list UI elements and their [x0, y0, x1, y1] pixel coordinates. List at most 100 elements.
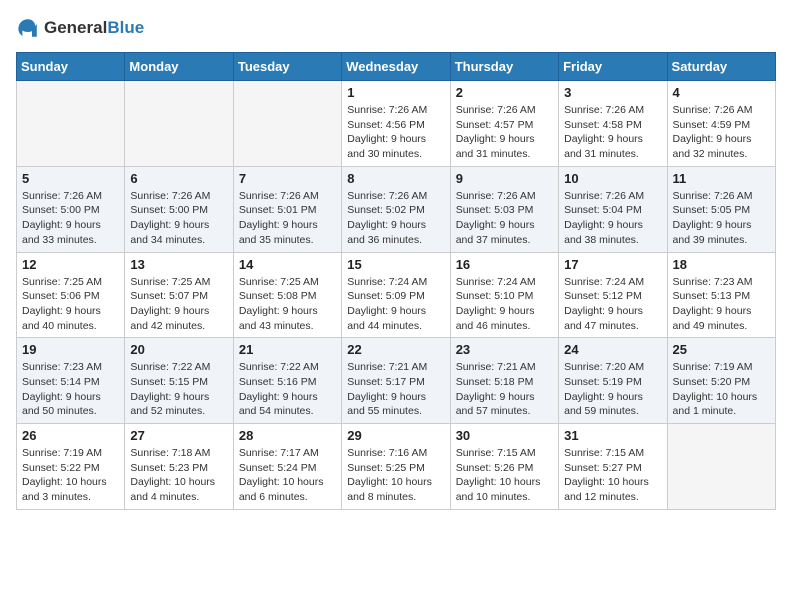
- calendar-day-cell: 11 Sunrise: 7:26 AM Sunset: 5:05 PM Dayli…: [667, 166, 775, 252]
- day-info: Sunrise: 7:21 AM Sunset: 5:17 PM Dayligh…: [347, 360, 444, 419]
- day-number: 8: [347, 171, 444, 186]
- day-number: 12: [22, 257, 119, 272]
- calendar-day-cell: 12 Sunrise: 7:25 AM Sunset: 5:06 PM Dayli…: [17, 252, 125, 338]
- day-info: Sunrise: 7:26 AM Sunset: 4:56 PM Dayligh…: [347, 103, 444, 162]
- page-header: GeneralBlue: [16, 16, 776, 40]
- day-number: 3: [564, 85, 661, 100]
- calendar-day-cell: 30Sunrise: 7:15 AM Sunset: 5:26 PM Dayli…: [450, 424, 558, 510]
- weekday-header: Tuesday: [233, 53, 341, 81]
- day-number: 10: [564, 171, 661, 186]
- day-number: 7: [239, 171, 336, 186]
- weekday-header: Monday: [125, 53, 233, 81]
- calendar-day-cell: 2Sunrise: 7:26 AM Sunset: 4:57 PM Daylig…: [450, 81, 558, 167]
- day-info: Sunrise: 7:23 AM Sunset: 5:13 PM Dayligh…: [673, 275, 770, 334]
- calendar-day-cell: 7 Sunrise: 7:26 AM Sunset: 5:01 PM Daylig…: [233, 166, 341, 252]
- day-number: 14: [239, 257, 336, 272]
- day-number: 27: [130, 428, 227, 443]
- weekday-header: Thursday: [450, 53, 558, 81]
- day-info: Sunrise: 7:24 AM Sunset: 5:09 PM Dayligh…: [347, 275, 444, 334]
- day-info: Sunrise: 7:26 AM Sunset: 5:04 PM Dayligh…: [564, 189, 661, 248]
- day-number: 23: [456, 342, 553, 357]
- day-info: Sunrise: 7:26 AM Sunset: 5:02 PM Dayligh…: [347, 189, 444, 248]
- day-number: 4: [673, 85, 770, 100]
- day-info: Sunrise: 7:22 AM Sunset: 5:16 PM Dayligh…: [239, 360, 336, 419]
- calendar-day-cell: [125, 81, 233, 167]
- day-number: 13: [130, 257, 227, 272]
- day-number: 22: [347, 342, 444, 357]
- calendar-week-row: 1Sunrise: 7:26 AM Sunset: 4:56 PM Daylig…: [17, 81, 776, 167]
- day-info: Sunrise: 7:21 AM Sunset: 5:18 PM Dayligh…: [456, 360, 553, 419]
- day-number: 11: [673, 171, 770, 186]
- day-number: 20: [130, 342, 227, 357]
- day-info: Sunrise: 7:26 AM Sunset: 5:00 PM Dayligh…: [22, 189, 119, 248]
- calendar-week-row: 5Sunrise: 7:26 AM Sunset: 5:00 PM Daylig…: [17, 166, 776, 252]
- calendar-day-cell: 22 Sunrise: 7:21 AM Sunset: 5:17 PM Dayli…: [342, 338, 450, 424]
- calendar-day-cell: [667, 424, 775, 510]
- day-info: Sunrise: 7:15 AM Sunset: 5:26 PM Dayligh…: [456, 446, 553, 505]
- calendar-day-cell: 26 Sunrise: 7:19 AM Sunset: 5:22 PM Dayli…: [17, 424, 125, 510]
- day-info: Sunrise: 7:19 AM Sunset: 5:20 PM Dayligh…: [673, 360, 770, 419]
- day-info: Sunrise: 7:24 AM Sunset: 5:12 PM Dayligh…: [564, 275, 661, 334]
- day-info: Sunrise: 7:25 AM Sunset: 5:08 PM Dayligh…: [239, 275, 336, 334]
- calendar-day-cell: 19 Sunrise: 7:23 AM Sunset: 5:14 PM Dayli…: [17, 338, 125, 424]
- weekday-header: Sunday: [17, 53, 125, 81]
- calendar-day-cell: 17 Sunrise: 7:24 AM Sunset: 5:12 PM Dayli…: [559, 252, 667, 338]
- calendar-day-cell: 29 Sunrise: 7:16 AM Sunset: 5:25 PM Dayli…: [342, 424, 450, 510]
- calendar-day-cell: 15 Sunrise: 7:24 AM Sunset: 5:09 PM Dayli…: [342, 252, 450, 338]
- calendar-header-row: SundayMondayTuesdayWednesdayThursdayFrid…: [17, 53, 776, 81]
- day-info: Sunrise: 7:25 AM Sunset: 5:06 PM Dayligh…: [22, 275, 119, 334]
- calendar-day-cell: 3Sunrise: 7:26 AM Sunset: 4:58 PM Daylig…: [559, 81, 667, 167]
- calendar-week-row: 26 Sunrise: 7:19 AM Sunset: 5:22 PM Dayli…: [17, 424, 776, 510]
- day-info: Sunrise: 7:26 AM Sunset: 5:01 PM Dayligh…: [239, 189, 336, 248]
- calendar-day-cell: 31 Sunrise: 7:15 AM Sunset: 5:27 PM Dayli…: [559, 424, 667, 510]
- weekday-header: Wednesday: [342, 53, 450, 81]
- day-info: Sunrise: 7:24 AM Sunset: 5:10 PM Dayligh…: [456, 275, 553, 334]
- day-number: 19: [22, 342, 119, 357]
- calendar-day-cell: 28Sunrise: 7:17 AM Sunset: 5:24 PM Dayli…: [233, 424, 341, 510]
- day-number: 26: [22, 428, 119, 443]
- day-number: 31: [564, 428, 661, 443]
- day-number: 18: [673, 257, 770, 272]
- day-info: Sunrise: 7:16 AM Sunset: 5:25 PM Dayligh…: [347, 446, 444, 505]
- calendar-day-cell: 5Sunrise: 7:26 AM Sunset: 5:00 PM Daylig…: [17, 166, 125, 252]
- calendar-day-cell: [17, 81, 125, 167]
- day-info: Sunrise: 7:26 AM Sunset: 5:05 PM Dayligh…: [673, 189, 770, 248]
- calendar-day-cell: 10 Sunrise: 7:26 AM Sunset: 5:04 PM Dayli…: [559, 166, 667, 252]
- day-number: 29: [347, 428, 444, 443]
- day-info: Sunrise: 7:18 AM Sunset: 5:23 PM Dayligh…: [130, 446, 227, 505]
- calendar-day-cell: 27 Sunrise: 7:18 AM Sunset: 5:23 PM Dayli…: [125, 424, 233, 510]
- calendar-day-cell: 23 Sunrise: 7:21 AM Sunset: 5:18 PM Dayli…: [450, 338, 558, 424]
- calendar-day-cell: 21Sunrise: 7:22 AM Sunset: 5:16 PM Dayli…: [233, 338, 341, 424]
- day-number: 15: [347, 257, 444, 272]
- day-info: Sunrise: 7:26 AM Sunset: 5:00 PM Dayligh…: [130, 189, 227, 248]
- day-info: Sunrise: 7:15 AM Sunset: 5:27 PM Dayligh…: [564, 446, 661, 505]
- calendar-day-cell: 1Sunrise: 7:26 AM Sunset: 4:56 PM Daylig…: [342, 81, 450, 167]
- calendar-day-cell: 6 Sunrise: 7:26 AM Sunset: 5:00 PM Daylig…: [125, 166, 233, 252]
- calendar-week-row: 12 Sunrise: 7:25 AM Sunset: 5:06 PM Dayli…: [17, 252, 776, 338]
- day-number: 24: [564, 342, 661, 357]
- day-number: 17: [564, 257, 661, 272]
- calendar-day-cell: 4 Sunrise: 7:26 AM Sunset: 4:59 PM Daylig…: [667, 81, 775, 167]
- weekday-header: Saturday: [667, 53, 775, 81]
- calendar-day-cell: 24 Sunrise: 7:20 AM Sunset: 5:19 PM Dayli…: [559, 338, 667, 424]
- calendar-day-cell: [233, 81, 341, 167]
- day-number: 25: [673, 342, 770, 357]
- day-info: Sunrise: 7:26 AM Sunset: 4:59 PM Dayligh…: [673, 103, 770, 162]
- weekday-header: Friday: [559, 53, 667, 81]
- day-info: Sunrise: 7:23 AM Sunset: 5:14 PM Dayligh…: [22, 360, 119, 419]
- day-number: 9: [456, 171, 553, 186]
- day-number: 16: [456, 257, 553, 272]
- day-number: 6: [130, 171, 227, 186]
- calendar-day-cell: 18 Sunrise: 7:23 AM Sunset: 5:13 PM Dayli…: [667, 252, 775, 338]
- logo: GeneralBlue: [16, 16, 144, 40]
- calendar-day-cell: 20 Sunrise: 7:22 AM Sunset: 5:15 PM Dayli…: [125, 338, 233, 424]
- day-number: 2: [456, 85, 553, 100]
- calendar-day-cell: 8 Sunrise: 7:26 AM Sunset: 5:02 PM Daylig…: [342, 166, 450, 252]
- calendar-day-cell: 13Sunrise: 7:25 AM Sunset: 5:07 PM Dayli…: [125, 252, 233, 338]
- calendar-day-cell: 25 Sunrise: 7:19 AM Sunset: 5:20 PM Dayli…: [667, 338, 775, 424]
- day-info: Sunrise: 7:20 AM Sunset: 5:19 PM Dayligh…: [564, 360, 661, 419]
- day-info: Sunrise: 7:22 AM Sunset: 5:15 PM Dayligh…: [130, 360, 227, 419]
- day-info: Sunrise: 7:26 AM Sunset: 5:03 PM Dayligh…: [456, 189, 553, 248]
- day-number: 28: [239, 428, 336, 443]
- day-info: Sunrise: 7:19 AM Sunset: 5:22 PM Dayligh…: [22, 446, 119, 505]
